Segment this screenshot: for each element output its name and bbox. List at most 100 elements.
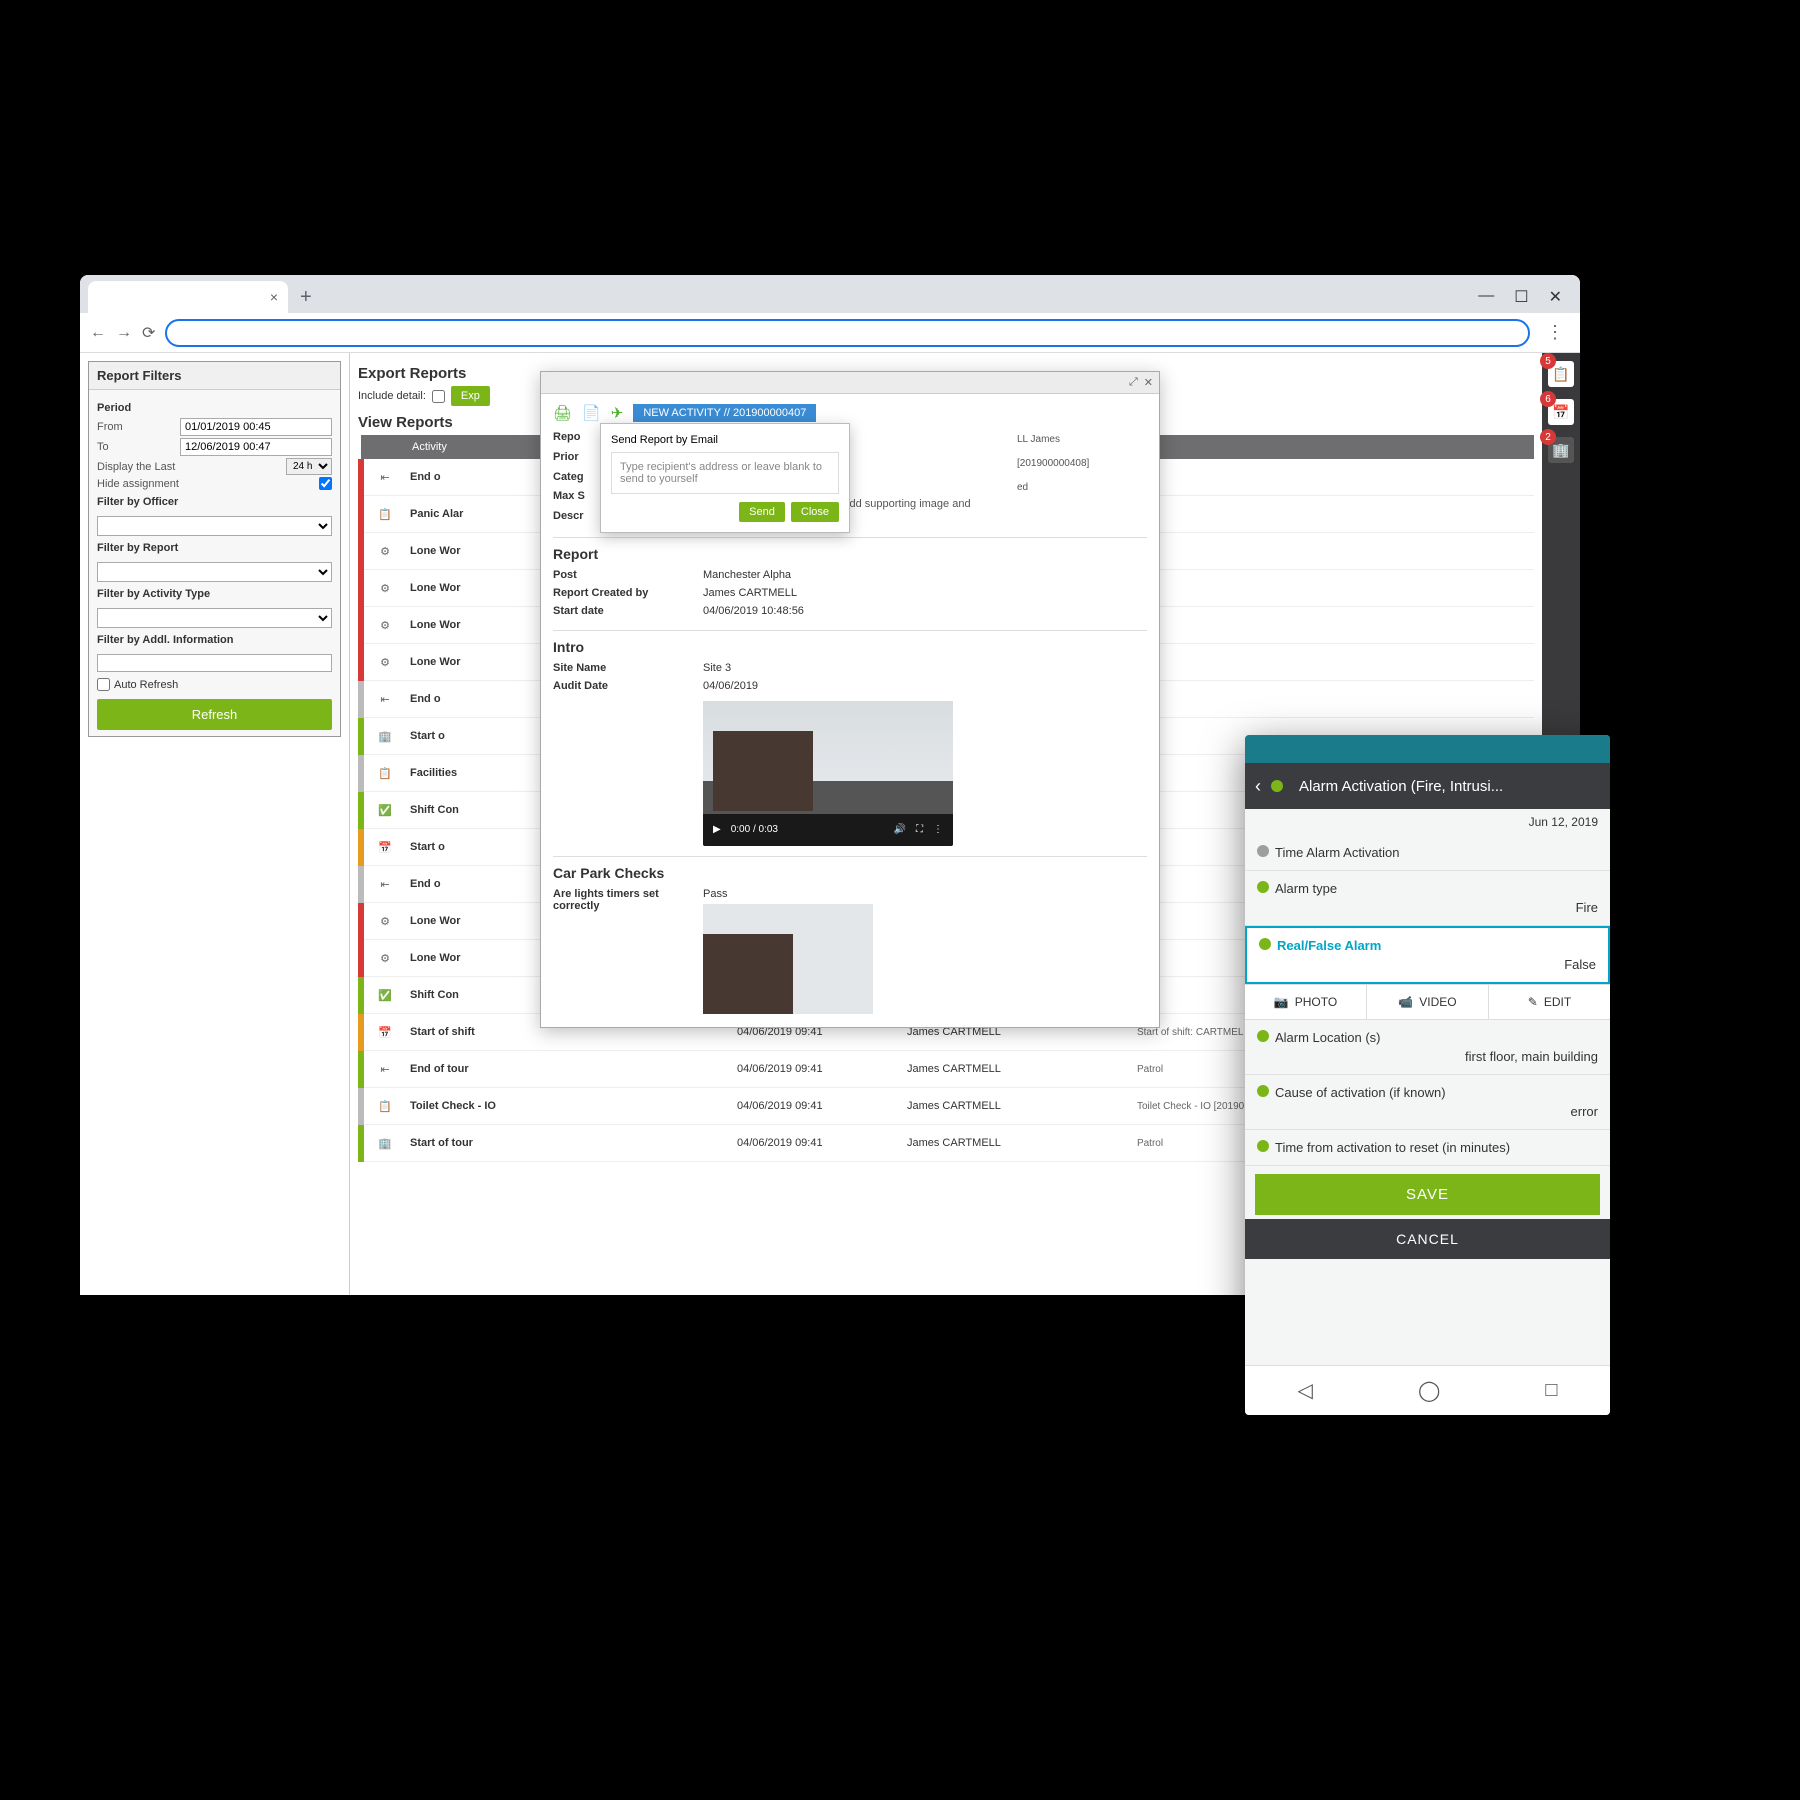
dot-icon bbox=[1257, 881, 1269, 893]
addl-input[interactable] bbox=[97, 654, 332, 672]
close-icon[interactable]: × bbox=[270, 289, 278, 305]
print-icon[interactable]: 🖨 bbox=[553, 404, 572, 422]
photo-button[interactable]: 📷PHOTO bbox=[1245, 985, 1367, 1019]
new-activity-badge: NEW ACTIVITY // 201900000407 bbox=[633, 404, 816, 422]
pdf-icon[interactable]: 📄 bbox=[582, 404, 601, 422]
popover-title: Send Report by Email bbox=[611, 434, 839, 446]
maximize-icon[interactable]: ☐ bbox=[1514, 287, 1528, 307]
expand-icon[interactable]: ⤢ bbox=[1129, 376, 1138, 389]
to-input[interactable] bbox=[180, 438, 332, 456]
by-activity-heading: Filter by Activity Type bbox=[97, 588, 332, 600]
phone-title: Alarm Activation (Fire, Intrusi... bbox=[1299, 778, 1503, 795]
video-player[interactable]: ▶ 0:00 / 0:03 🔊 ⛶ ⋮ bbox=[703, 701, 953, 846]
report-select[interactable] bbox=[97, 562, 332, 582]
save-button[interactable]: SAVE bbox=[1255, 1174, 1600, 1215]
email-popover: Send Report by Email Type recipient's ad… bbox=[600, 423, 850, 533]
auto-refresh-label: Auto Refresh bbox=[114, 679, 178, 691]
by-officer-heading: Filter by Officer bbox=[97, 496, 332, 508]
activity-cell: Start of tour bbox=[406, 1125, 733, 1162]
field-reset-time[interactable]: Time from activation to reset (in minute… bbox=[1245, 1130, 1610, 1166]
hide-assignment-checkbox[interactable] bbox=[319, 477, 332, 490]
row-icon: ⚙ bbox=[367, 943, 403, 973]
phone-nav: ◁ ◯ □ bbox=[1245, 1365, 1610, 1415]
alert-badge-1[interactable]: 5📋 bbox=[1548, 361, 1574, 387]
send-icon[interactable]: ✈ bbox=[611, 404, 624, 422]
refresh-button[interactable]: Refresh bbox=[97, 699, 332, 730]
fullscreen-icon[interactable]: ⛶ bbox=[916, 824, 923, 835]
phone-date: Jun 12, 2019 bbox=[1245, 809, 1610, 835]
browser-tab[interactable]: × bbox=[88, 281, 288, 313]
url-input[interactable] bbox=[165, 319, 1530, 347]
row-icon: ⚙ bbox=[367, 536, 403, 566]
mobile-device: ‹ Alarm Activation (Fire, Intrusi... Jun… bbox=[1245, 735, 1610, 1415]
cancel-button[interactable]: CANCEL bbox=[1245, 1219, 1610, 1259]
field-cause[interactable]: Cause of activation (if known) error bbox=[1245, 1075, 1610, 1130]
row-icon: ⇤ bbox=[367, 462, 403, 492]
report-section: Report bbox=[553, 537, 1147, 562]
close-icon[interactable]: ✕ bbox=[1144, 376, 1153, 389]
edit-button[interactable]: ✎EDIT bbox=[1489, 985, 1610, 1019]
dot-icon bbox=[1257, 1140, 1269, 1152]
row-icon: ⚙ bbox=[367, 573, 403, 603]
officer-select[interactable] bbox=[97, 516, 332, 536]
address-bar: ← → ⟳ ⋮ bbox=[80, 313, 1580, 353]
menu-icon[interactable]: ⋮ bbox=[1540, 322, 1570, 343]
alert-badge-2[interactable]: 6📅 bbox=[1548, 399, 1574, 425]
datetime-cell: 04/06/2019 09:41 bbox=[733, 1051, 903, 1088]
play-icon[interactable]: ▶ bbox=[713, 824, 721, 835]
photo-thumbnail[interactable] bbox=[703, 904, 873, 1014]
minimize-icon[interactable]: — bbox=[1478, 287, 1494, 307]
send-button[interactable]: Send bbox=[739, 502, 785, 522]
field-time[interactable]: Time Alarm Activation bbox=[1245, 835, 1610, 871]
activity-select[interactable] bbox=[97, 608, 332, 628]
display-last-select[interactable]: 24 h bbox=[286, 458, 332, 475]
export-button[interactable]: Exp bbox=[451, 386, 490, 406]
video-icon: 📹 bbox=[1398, 995, 1413, 1009]
dot-icon bbox=[1259, 938, 1271, 950]
row-icon: ⇤ bbox=[367, 684, 403, 714]
video-button[interactable]: 📹VIDEO bbox=[1367, 985, 1489, 1019]
dot-icon bbox=[1257, 1030, 1269, 1042]
field-alarm-type[interactable]: Alarm type Fire bbox=[1245, 871, 1610, 926]
from-input[interactable] bbox=[180, 418, 332, 436]
phone-titlebar: ‹ Alarm Activation (Fire, Intrusi... bbox=[1245, 763, 1610, 809]
alert-badge-3[interactable]: 2🏢 bbox=[1548, 437, 1574, 463]
nav-recent-icon[interactable]: □ bbox=[1545, 1379, 1557, 1402]
auto-refresh-checkbox[interactable] bbox=[97, 678, 110, 691]
row-icon: ⚙ bbox=[367, 906, 403, 936]
person-cell: James CARTMELL bbox=[903, 1051, 1133, 1088]
forward-icon[interactable]: → bbox=[116, 324, 132, 342]
back-icon[interactable]: ← bbox=[90, 324, 106, 342]
filters-panel: Report Filters Period From To Display th… bbox=[80, 353, 350, 1295]
status-dot-icon bbox=[1271, 780, 1283, 792]
menu-icon[interactable]: ⋮ bbox=[933, 824, 943, 835]
nav-home-icon[interactable]: ◯ bbox=[1418, 1378, 1440, 1403]
by-report-heading: Filter by Report bbox=[97, 542, 332, 554]
datetime-cell: 04/06/2019 09:41 bbox=[733, 1088, 903, 1125]
row-icon: 📅 bbox=[367, 1017, 403, 1047]
period-heading: Period bbox=[97, 402, 332, 414]
close-icon[interactable]: ✕ bbox=[1549, 287, 1562, 307]
datetime-cell: 04/06/2019 09:41 bbox=[733, 1125, 903, 1162]
include-detail-checkbox[interactable] bbox=[432, 390, 445, 403]
video-time: 0:00 / 0:03 bbox=[731, 824, 778, 835]
row-icon: 🏢 bbox=[367, 1128, 403, 1158]
dot-icon bbox=[1257, 1085, 1269, 1097]
intro-section: Intro bbox=[553, 630, 1147, 655]
hide-assignment-label: Hide assignment bbox=[97, 478, 313, 490]
back-icon[interactable]: ‹ bbox=[1255, 776, 1261, 797]
include-detail-label: Include detail: bbox=[358, 390, 426, 402]
field-real-false[interactable]: Real/False Alarm False bbox=[1245, 926, 1610, 984]
media-actions: 📷PHOTO 📹VIDEO ✎EDIT bbox=[1245, 984, 1610, 1020]
row-icon: ⇤ bbox=[367, 1054, 403, 1084]
recipient-input[interactable]: Type recipient's address or leave blank … bbox=[611, 452, 839, 494]
new-tab-button[interactable]: + bbox=[300, 286, 312, 309]
nav-back-icon[interactable]: ◁ bbox=[1298, 1378, 1313, 1403]
close-button[interactable]: Close bbox=[791, 502, 839, 522]
volume-icon[interactable]: 🔊 bbox=[894, 824, 906, 835]
row-icon: 📋 bbox=[367, 1091, 403, 1121]
to-label: To bbox=[97, 441, 174, 453]
field-location[interactable]: Alarm Location (s) first floor, main bui… bbox=[1245, 1020, 1610, 1075]
camera-icon: 📷 bbox=[1274, 995, 1289, 1009]
reload-icon[interactable]: ⟳ bbox=[142, 323, 155, 343]
